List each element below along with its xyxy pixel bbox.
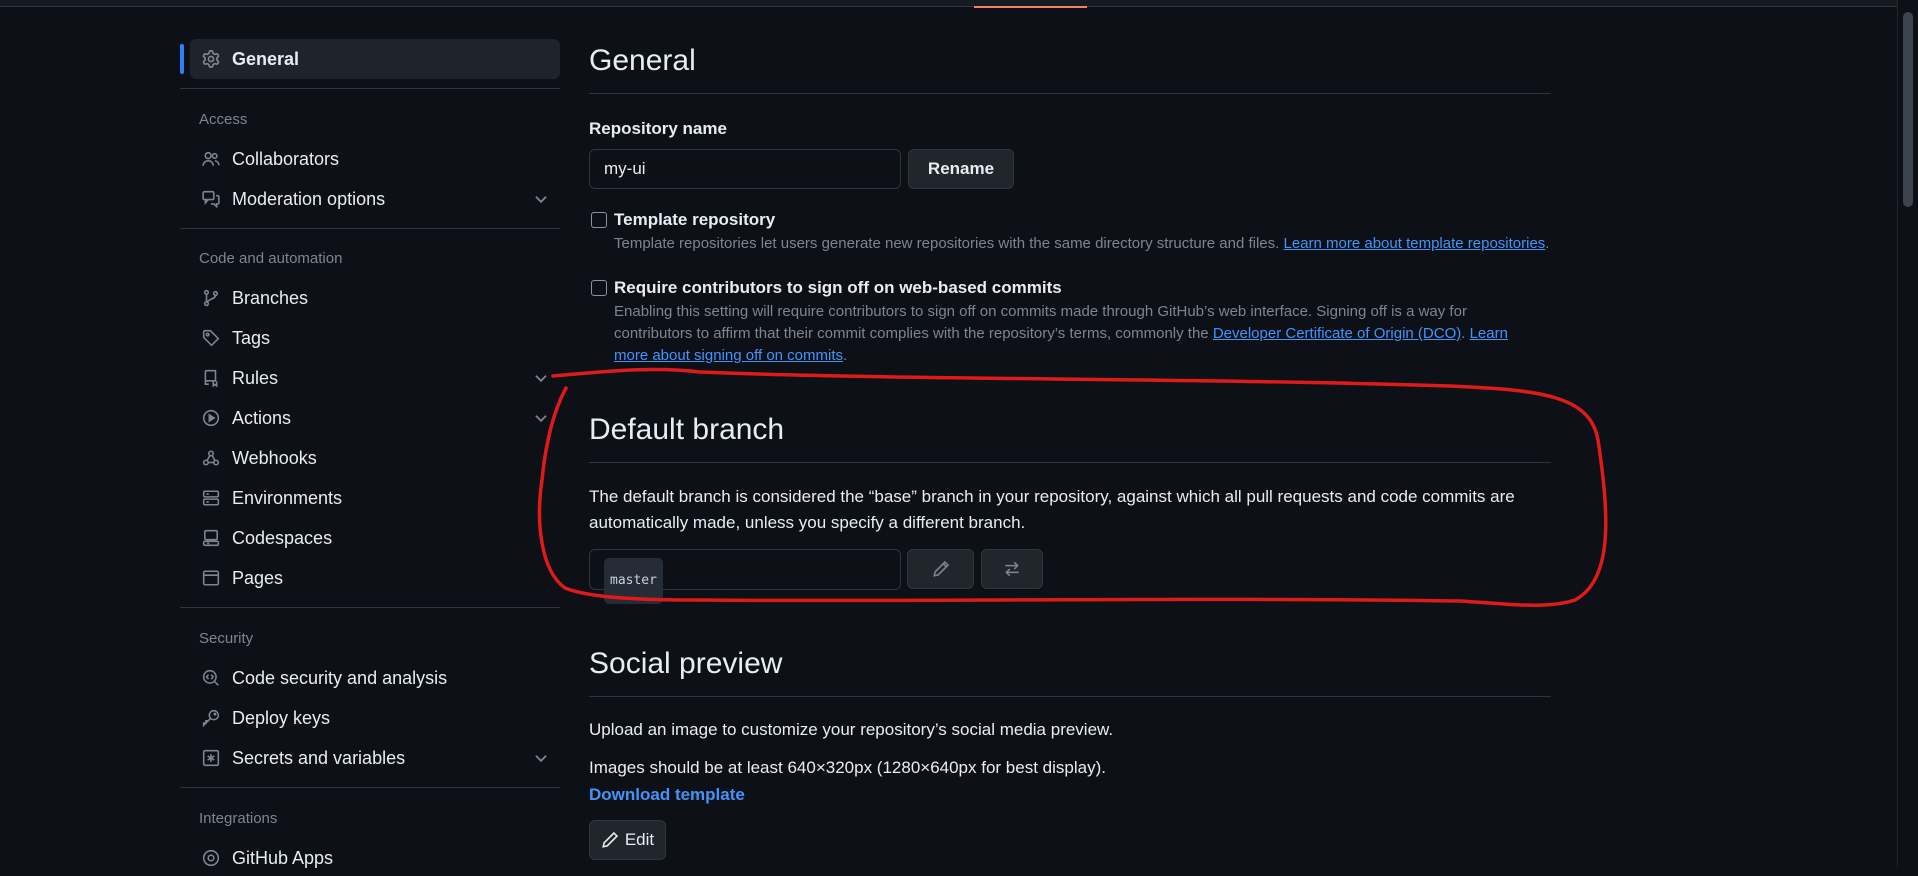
default-branch-display: master bbox=[589, 549, 901, 604]
git-branch-icon bbox=[200, 287, 222, 309]
key-icon bbox=[200, 707, 222, 729]
sidebar-item-label: Codespaces bbox=[232, 527, 333, 548]
sidebar-item-general[interactable]: General bbox=[190, 41, 560, 77]
sidebar-item-label: Tags bbox=[232, 327, 271, 348]
sidebar-divider bbox=[180, 787, 560, 788]
rename-button[interactable]: Rename bbox=[908, 149, 1014, 189]
sidebar-item-moderation-options[interactable]: Moderation options bbox=[190, 181, 560, 217]
repo-name-label: Repository name bbox=[589, 119, 727, 138]
sidebar-item-label: Code security and analysis bbox=[232, 667, 448, 688]
sidebar-item-label: GitHub Apps bbox=[232, 847, 334, 868]
download-template-link[interactable]: Download template bbox=[589, 785, 745, 805]
arrow-switch-icon bbox=[1003, 560, 1021, 578]
sidebar-item-github-apps[interactable]: GitHub Apps bbox=[190, 840, 560, 876]
sidebar-item-label: General bbox=[232, 48, 300, 69]
default-branch-title: Default branch bbox=[589, 413, 785, 446]
page-title: General bbox=[589, 44, 696, 77]
social-preview-desc: Upload an image to customize your reposi… bbox=[589, 720, 1114, 739]
sidebar-divider bbox=[180, 607, 560, 608]
signoff-title: Require contributors to sign off on web-… bbox=[614, 278, 1062, 297]
play-icon bbox=[200, 407, 222, 429]
sidebar-item-code-security[interactable]: Code security and analysis bbox=[190, 660, 560, 696]
edit-button-label: Edit bbox=[624, 830, 655, 849]
sidebar-item-secrets-variables[interactable]: Secrets and variables bbox=[190, 740, 560, 776]
template-repo-desc: Template repositories let users generate… bbox=[614, 235, 1550, 252]
asterisk-icon bbox=[200, 747, 222, 769]
sidebar-item-environments[interactable]: Environments bbox=[190, 480, 560, 516]
comment-discussion-icon bbox=[200, 188, 222, 210]
sidebar-item-rules[interactable]: Rules bbox=[190, 360, 560, 396]
sidebar-item-label: Actions bbox=[232, 407, 292, 428]
branch-name-code: master bbox=[604, 558, 663, 604]
edit-social-preview-button[interactable]: Edit bbox=[589, 820, 666, 860]
repo-name-input[interactable] bbox=[589, 149, 901, 189]
sidebar-heading-integrations: Integrations bbox=[199, 810, 278, 827]
sidebar-item-codespaces[interactable]: Codespaces bbox=[190, 520, 560, 556]
chevron-down-icon[interactable] bbox=[532, 409, 550, 427]
edit-default-branch-button[interactable] bbox=[907, 549, 974, 589]
sidebar-item-branches[interactable]: Branches bbox=[190, 280, 560, 316]
sidebar-item-label: Webhooks bbox=[232, 447, 317, 468]
sidebar-item-label: Rules bbox=[232, 367, 279, 388]
pencil-icon bbox=[601, 831, 619, 849]
webhook-icon bbox=[200, 447, 222, 469]
section-divider bbox=[589, 93, 1551, 94]
sidebar-item-webhooks[interactable]: Webhooks bbox=[190, 440, 560, 476]
sidebar-heading-access: Access bbox=[199, 111, 248, 128]
pencil-icon bbox=[932, 560, 950, 578]
signoff-desc: Enabling this setting will require contr… bbox=[614, 303, 1508, 364]
section-divider bbox=[589, 462, 1551, 463]
chevron-down-icon[interactable] bbox=[532, 749, 550, 767]
page-scrollbar[interactable] bbox=[1897, 0, 1918, 867]
dco-link[interactable]: Developer Certificate of Origin (DCO) bbox=[1213, 325, 1461, 342]
learn-more-template-link[interactable]: Learn more about template repositories bbox=[1283, 235, 1545, 252]
template-repo-title: Template repository bbox=[614, 210, 776, 229]
sidebar-item-tags[interactable]: Tags bbox=[190, 320, 560, 356]
codespaces-icon bbox=[200, 527, 222, 549]
sidebar-item-label: Branches bbox=[232, 287, 309, 308]
sidebar-item-deploy-keys[interactable]: Deploy keys bbox=[190, 700, 560, 736]
sidebar-item-label: Moderation options bbox=[232, 188, 386, 209]
section-divider bbox=[589, 696, 1551, 697]
social-preview-title: Social preview bbox=[589, 647, 783, 680]
sidebar-item-collaborators[interactable]: Collaborators bbox=[190, 141, 560, 177]
top-header-edge bbox=[0, 0, 1918, 8]
chevron-down-icon[interactable] bbox=[532, 369, 550, 387]
template-repo-checkbox[interactable] bbox=[591, 212, 607, 228]
gear-icon bbox=[200, 48, 222, 70]
switch-default-branch-button[interactable] bbox=[981, 549, 1043, 589]
sidebar-heading-security: Security bbox=[199, 630, 254, 647]
sidebar-divider bbox=[180, 228, 560, 229]
people-icon bbox=[200, 148, 222, 170]
scrollbar-thumb[interactable] bbox=[1903, 12, 1913, 207]
sidebar-item-label: Environments bbox=[232, 487, 343, 508]
sidebar-item-label: Secrets and variables bbox=[232, 747, 406, 768]
active-tab-underline bbox=[974, 6, 1087, 8]
sidebar-divider bbox=[180, 88, 560, 89]
repo-push-icon bbox=[200, 367, 222, 389]
sidebar-active-indicator bbox=[180, 44, 184, 74]
sidebar-item-label: Pages bbox=[232, 567, 284, 588]
tag-icon bbox=[200, 327, 222, 349]
sidebar-heading-code-automation: Code and automation bbox=[199, 250, 343, 267]
sidebar-item-pages[interactable]: Pages bbox=[190, 560, 560, 596]
social-preview-size-hint: Images should be at least 640×320px (128… bbox=[589, 758, 1106, 777]
browser-icon bbox=[200, 567, 222, 589]
apps-icon bbox=[200, 847, 222, 869]
server-icon bbox=[200, 487, 222, 509]
sidebar-item-actions[interactable]: Actions bbox=[190, 400, 560, 436]
sidebar-item-label: Collaborators bbox=[232, 148, 340, 169]
default-branch-desc: The default branch is considered the “ba… bbox=[589, 487, 1515, 532]
chevron-down-icon[interactable] bbox=[532, 190, 550, 208]
codescan-icon bbox=[200, 667, 222, 689]
sidebar-item-label: Deploy keys bbox=[232, 707, 331, 728]
signoff-checkbox[interactable] bbox=[591, 280, 607, 296]
